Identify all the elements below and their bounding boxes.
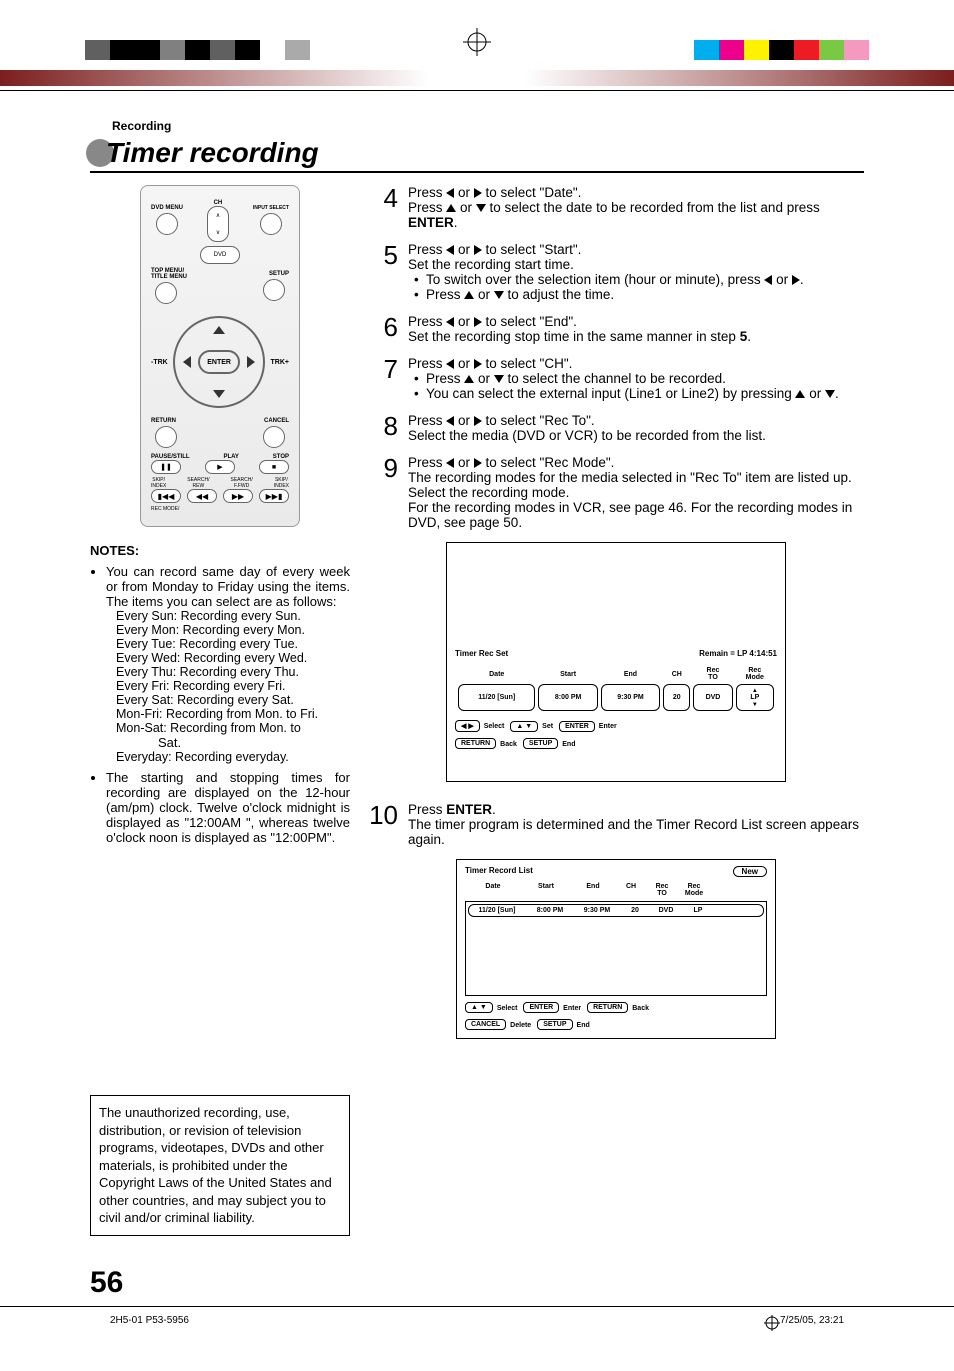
step-10: 10 Press ENTER. The timer program is det… xyxy=(368,802,864,847)
page-title: Timer recording xyxy=(90,137,864,173)
dvd-button: DVD xyxy=(200,246,240,264)
notes-section: NOTES: You can record same day of every … xyxy=(90,543,350,845)
step-9: 9 Press or to select "Rec Mode". The rec… xyxy=(368,455,864,530)
registration-mark-icon xyxy=(463,28,491,56)
enter-button: ENTER xyxy=(198,350,240,374)
step-6: 6 Press or to select "End". Set the reco… xyxy=(368,314,864,344)
step-8: 8 Press or to select "Rec To". Select th… xyxy=(368,413,864,443)
direction-pad: ENTER xyxy=(173,316,265,408)
timer-record-list-osd: Timer Record List New Date Start End CH … xyxy=(456,859,776,1039)
legal-notice: The unauthorized recording, use, distrib… xyxy=(90,1095,350,1236)
timer-rec-set-osd: Timer Rec Set Remain = LP 4:14:51 Date S… xyxy=(446,542,786,782)
step-5: 5 Press or to select "Start". Set the re… xyxy=(368,242,864,302)
gradient-band xyxy=(0,70,954,86)
remote-diagram: DVD MENU CH ∧∨ INPUT SELECT DVD TOP MENU… xyxy=(140,185,300,527)
down-arrow-icon xyxy=(476,204,486,212)
step-7: 7 Press or to select "CH". Press or to s… xyxy=(368,356,864,401)
up-arrow-icon xyxy=(446,204,456,212)
footer-meta: 2H5-01 P53-59 56 7/25/05, 23:21 xyxy=(0,1315,954,1331)
right-arrow-icon xyxy=(474,188,482,198)
step-4: 4 Press or to select "Date". Press or to… xyxy=(368,185,864,230)
page-number: 56 xyxy=(90,1266,954,1300)
section-label: Recording xyxy=(112,119,864,133)
